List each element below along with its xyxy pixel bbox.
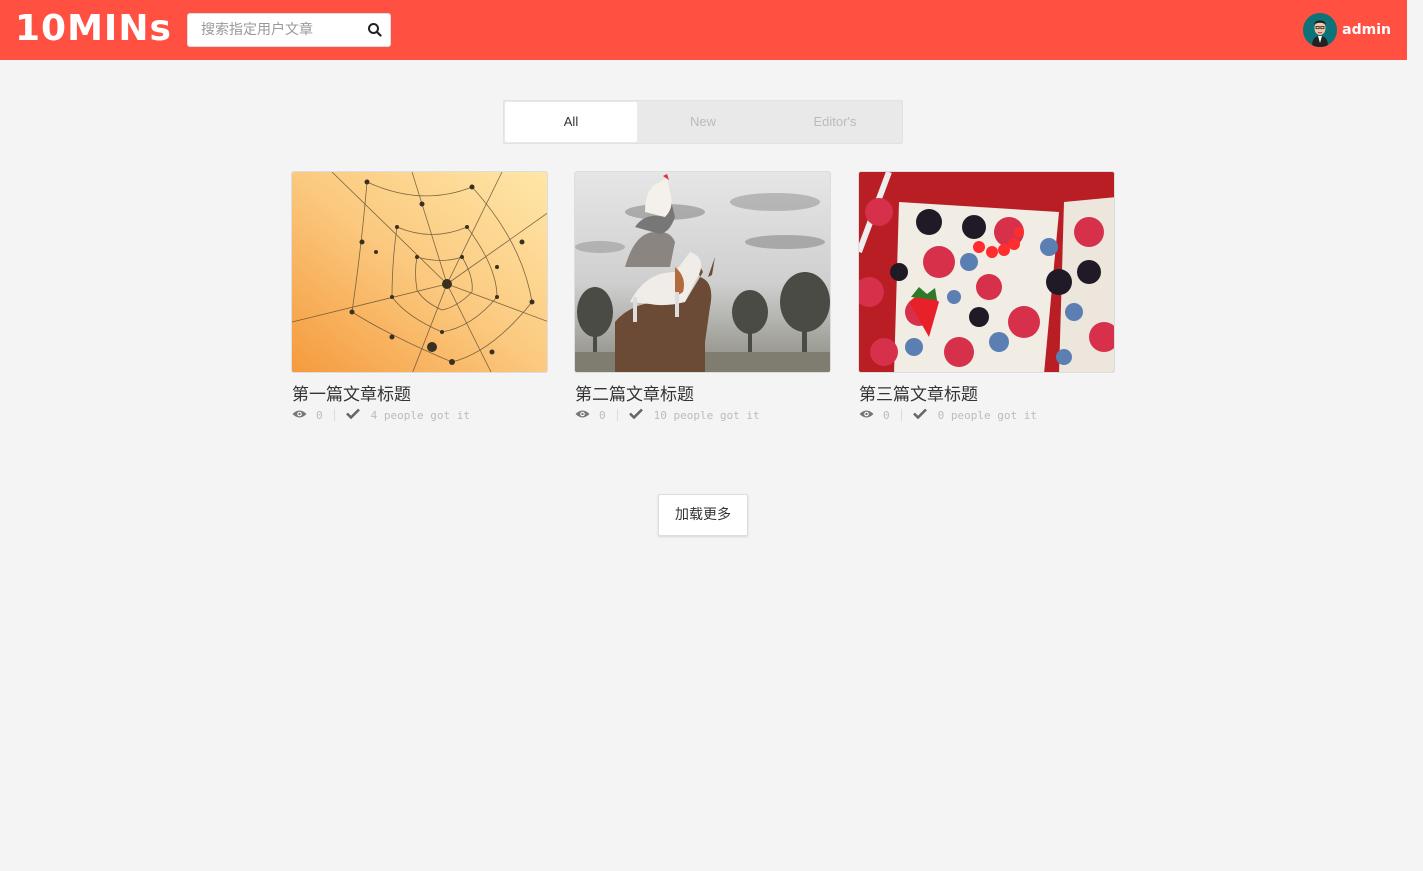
user-menu[interactable]: admin	[1303, 13, 1391, 47]
load-more-button[interactable]: 加载更多	[658, 494, 748, 536]
article-title[interactable]: 第三篇文章标题	[858, 383, 1115, 407]
article-thumbnail[interactable]	[574, 171, 831, 373]
tab-new[interactable]: New	[637, 102, 769, 142]
view-count: 0	[883, 408, 890, 422]
article-filter-tabs: All New Editor's	[503, 100, 903, 144]
article-title[interactable]: 第二篇文章标题	[574, 383, 831, 407]
eye-icon	[575, 409, 590, 422]
divider	[900, 409, 902, 421]
view-count: 0	[316, 408, 323, 422]
article-card: 第一篇文章标题 0 4 people got it	[291, 171, 548, 423]
got-it-count: 4 people got it	[370, 408, 470, 422]
search-input[interactable]	[188, 14, 358, 46]
tab-editors[interactable]: Editor's	[769, 102, 901, 142]
eye-icon	[292, 409, 307, 422]
article-thumbnail[interactable]	[291, 171, 548, 373]
article-thumbnail[interactable]	[858, 171, 1115, 373]
search-icon[interactable]	[366, 21, 384, 39]
view-count: 0	[599, 408, 606, 422]
check-icon[interactable]	[628, 408, 643, 422]
check-icon[interactable]	[912, 408, 927, 422]
article-title[interactable]: 第一篇文章标题	[291, 383, 548, 407]
top-navbar: 10MINs admin	[0, 0, 1407, 60]
search-box	[187, 13, 391, 47]
site-logo[interactable]: 10MINs	[15, 9, 172, 49]
tab-all[interactable]: All	[505, 102, 637, 142]
article-meta: 0 0 people got it	[858, 407, 1115, 423]
article-card: 第三篇文章标题 0 0 people got it	[858, 171, 1115, 423]
check-icon[interactable]	[345, 408, 360, 422]
article-meta: 0 10 people got it	[574, 407, 831, 423]
username[interactable]: admin	[1342, 22, 1391, 38]
eye-icon	[859, 409, 874, 422]
got-it-count: 0 people got it	[937, 408, 1037, 422]
article-card: 第二篇文章标题 0 10 people got it	[574, 171, 831, 423]
avatar[interactable]	[1303, 13, 1338, 47]
got-it-count: 10 people got it	[653, 408, 760, 422]
divider	[616, 409, 618, 421]
divider	[333, 409, 335, 421]
article-meta: 0 4 people got it	[291, 407, 548, 423]
